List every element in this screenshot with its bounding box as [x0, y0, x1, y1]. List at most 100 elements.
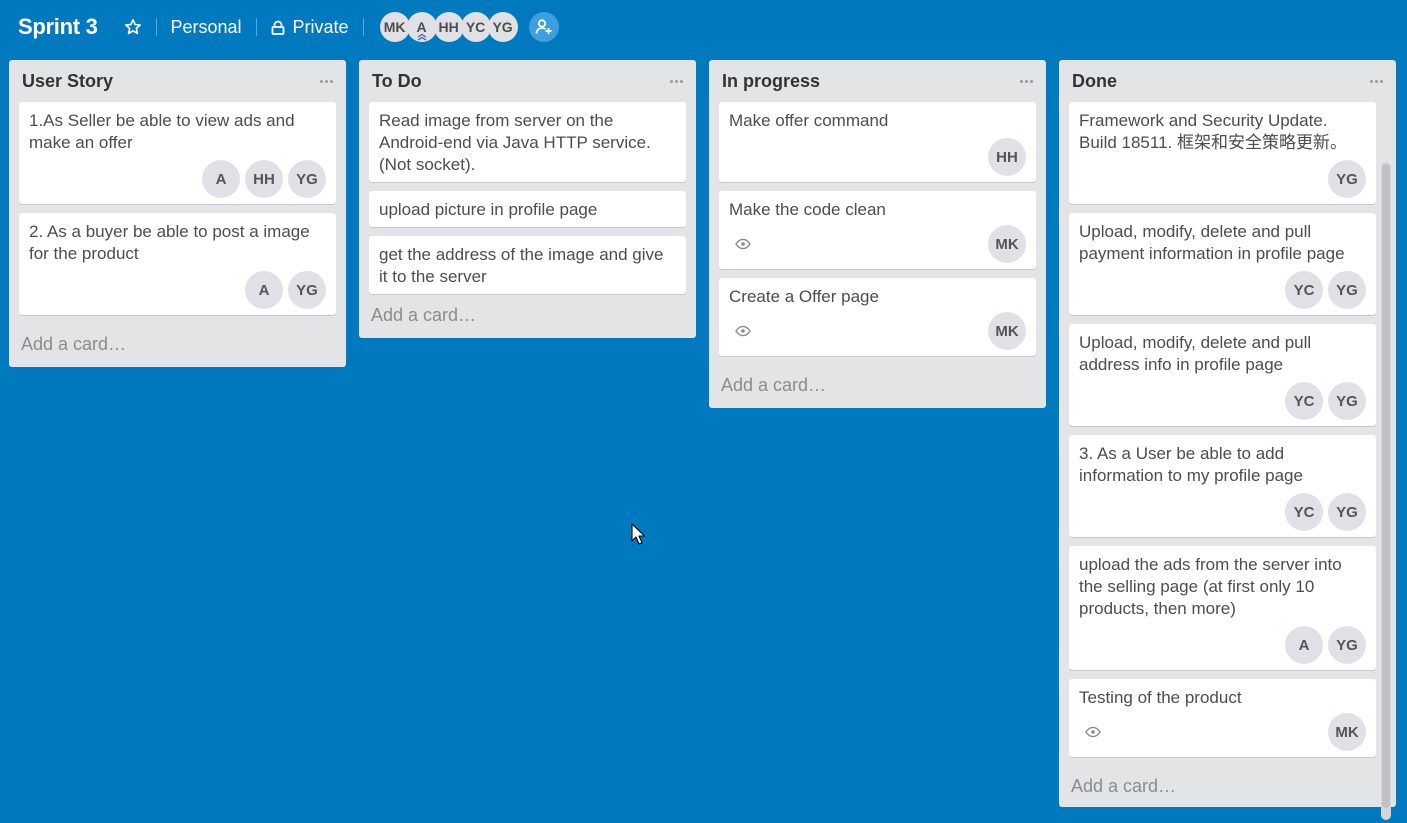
- card-footer: HH: [729, 138, 1026, 176]
- list-header[interactable]: User Story: [9, 60, 346, 102]
- board-header: Sprint 3 Personal Private MK A HH YC YG: [0, 0, 1407, 54]
- card-member-avatar[interactable]: YG: [1328, 493, 1366, 531]
- card-members: YG: [1328, 160, 1366, 198]
- card-member-avatar[interactable]: MK: [988, 225, 1026, 263]
- watch-eye-icon: [1085, 726, 1101, 738]
- card-list: 1.As Seller be able to view ads and make…: [9, 102, 346, 315]
- card-member-avatar[interactable]: YC: [1285, 271, 1323, 309]
- card-members: A HH YG: [202, 160, 326, 198]
- list-menu-button[interactable]: [670, 74, 683, 89]
- list-title[interactable]: In progress: [722, 71, 820, 92]
- card-badges: [729, 325, 751, 337]
- board-members: MK A HH YC YG: [379, 12, 518, 42]
- card-member-avatar[interactable]: YG: [288, 160, 326, 198]
- add-member-icon: [535, 19, 552, 34]
- card-title: Create a Offer page: [729, 287, 879, 306]
- list-title[interactable]: User Story: [22, 71, 113, 92]
- card-title: Framework and Security Update. Build 185…: [1079, 111, 1347, 152]
- card[interactable]: Testing of the product MK: [1069, 679, 1376, 757]
- visibility-button[interactable]: Private: [263, 12, 357, 42]
- list-header[interactable]: In progress: [709, 60, 1046, 102]
- card-member-avatar[interactable]: MK: [1328, 713, 1366, 751]
- list-menu-button[interactable]: [1020, 74, 1033, 89]
- card-member-avatar[interactable]: YG: [1328, 382, 1366, 420]
- card-member-avatar[interactable]: YG: [1328, 160, 1366, 198]
- member-avatar[interactable]: HH: [433, 12, 464, 42]
- card-member-avatar[interactable]: YC: [1285, 382, 1323, 420]
- card-badges: [1079, 726, 1101, 738]
- card-title: Make the code clean: [729, 200, 886, 219]
- star-icon: [124, 19, 141, 35]
- card-footer: MK: [729, 312, 1026, 350]
- add-card-button[interactable]: Add a card…: [359, 303, 696, 338]
- card-title: upload picture in profile page: [379, 200, 598, 219]
- list-menu-button[interactable]: [1370, 74, 1383, 89]
- card[interactable]: upload picture in profile page: [369, 191, 686, 227]
- card-list: Make offer command HH Make the code clea…: [709, 102, 1046, 356]
- card-footer: YC YG: [1079, 382, 1366, 420]
- card[interactable]: Read image from server on the Android-en…: [369, 102, 686, 182]
- card[interactable]: 3. As a User be able to add information …: [1069, 435, 1376, 537]
- scrollbar-thumb[interactable]: [1382, 164, 1390, 808]
- invite-member-button[interactable]: [528, 12, 559, 42]
- list-done: Done Framework and Security Update. Buil…: [1059, 60, 1396, 820]
- card-footer: YC YG: [1079, 493, 1366, 531]
- card-title: get the address of the image and give it…: [379, 245, 664, 286]
- card[interactable]: Upload, modify, delete and pull address …: [1069, 324, 1376, 426]
- card-members: MK: [1328, 713, 1366, 751]
- card[interactable]: 2. As a buyer be able to post a image fo…: [19, 213, 336, 315]
- card-member-avatar[interactable]: HH: [245, 160, 283, 198]
- card-members: MK: [988, 225, 1026, 263]
- list-in-progress: In progress Make offer command HH Make t…: [709, 60, 1046, 408]
- member-avatar[interactable]: YG: [487, 12, 518, 42]
- card[interactable]: Upload, modify, delete and pull payment …: [1069, 213, 1376, 315]
- member-avatar[interactable]: YC: [460, 12, 491, 42]
- mouse-cursor-icon: [631, 523, 645, 545]
- list-title[interactable]: Done: [1072, 71, 1117, 92]
- member-avatar[interactable]: MK: [379, 12, 410, 42]
- card[interactable]: 1.As Seller be able to view ads and make…: [19, 102, 336, 204]
- lock-icon: [271, 20, 285, 35]
- star-button[interactable]: [116, 12, 150, 42]
- card[interactable]: Framework and Security Update. Build 185…: [1069, 102, 1376, 204]
- list-header[interactable]: Done: [1059, 60, 1396, 102]
- card-members: HH: [988, 138, 1026, 176]
- card-title: Testing of the product: [1079, 688, 1242, 707]
- watch-eye-icon: [735, 325, 751, 337]
- card-title: Upload, modify, delete and pull payment …: [1079, 222, 1345, 263]
- card-list: Framework and Security Update. Build 185…: [1059, 102, 1396, 766]
- card-members: MK: [988, 312, 1026, 350]
- list-header[interactable]: To Do: [359, 60, 696, 102]
- card[interactable]: Make offer command HH: [719, 102, 1036, 182]
- card-member-avatar[interactable]: A: [1285, 626, 1323, 664]
- card-member-avatar[interactable]: YG: [288, 271, 326, 309]
- card-member-avatar[interactable]: HH: [988, 138, 1026, 176]
- card-footer: A YG: [29, 271, 326, 309]
- card-member-avatar[interactable]: YG: [1328, 626, 1366, 664]
- card[interactable]: upload the ads from the server into the …: [1069, 546, 1376, 670]
- card-footer: A HH YG: [29, 160, 326, 198]
- add-card-button[interactable]: Add a card…: [709, 365, 1046, 408]
- card-member-avatar[interactable]: A: [202, 160, 240, 198]
- card[interactable]: get the address of the image and give it…: [369, 236, 686, 294]
- card-title: 1.As Seller be able to view ads and make…: [29, 111, 295, 152]
- card[interactable]: Make the code clean MK: [719, 191, 1036, 269]
- header-divider: [155, 18, 157, 36]
- card-member-avatar[interactable]: YC: [1285, 493, 1323, 531]
- card-member-avatar[interactable]: YG: [1328, 271, 1366, 309]
- card-title: upload the ads from the server into the …: [1079, 555, 1342, 618]
- card[interactable]: Create a Offer page MK: [719, 278, 1036, 356]
- list-title[interactable]: To Do: [372, 71, 422, 92]
- card-badges: [729, 238, 751, 250]
- card-member-avatar[interactable]: MK: [988, 312, 1026, 350]
- add-card-button[interactable]: Add a card…: [9, 324, 346, 367]
- card-title: Read image from server on the Android-en…: [379, 111, 651, 174]
- card-footer: YC YG: [1079, 271, 1366, 309]
- card-members: A YG: [245, 271, 326, 309]
- card-member-avatar[interactable]: A: [245, 271, 283, 309]
- add-card-button[interactable]: Add a card…: [1059, 766, 1396, 807]
- member-avatar[interactable]: A: [406, 12, 437, 42]
- team-button[interactable]: Personal: [163, 12, 250, 42]
- board-title[interactable]: Sprint 3: [18, 14, 98, 40]
- list-menu-button[interactable]: [320, 74, 333, 89]
